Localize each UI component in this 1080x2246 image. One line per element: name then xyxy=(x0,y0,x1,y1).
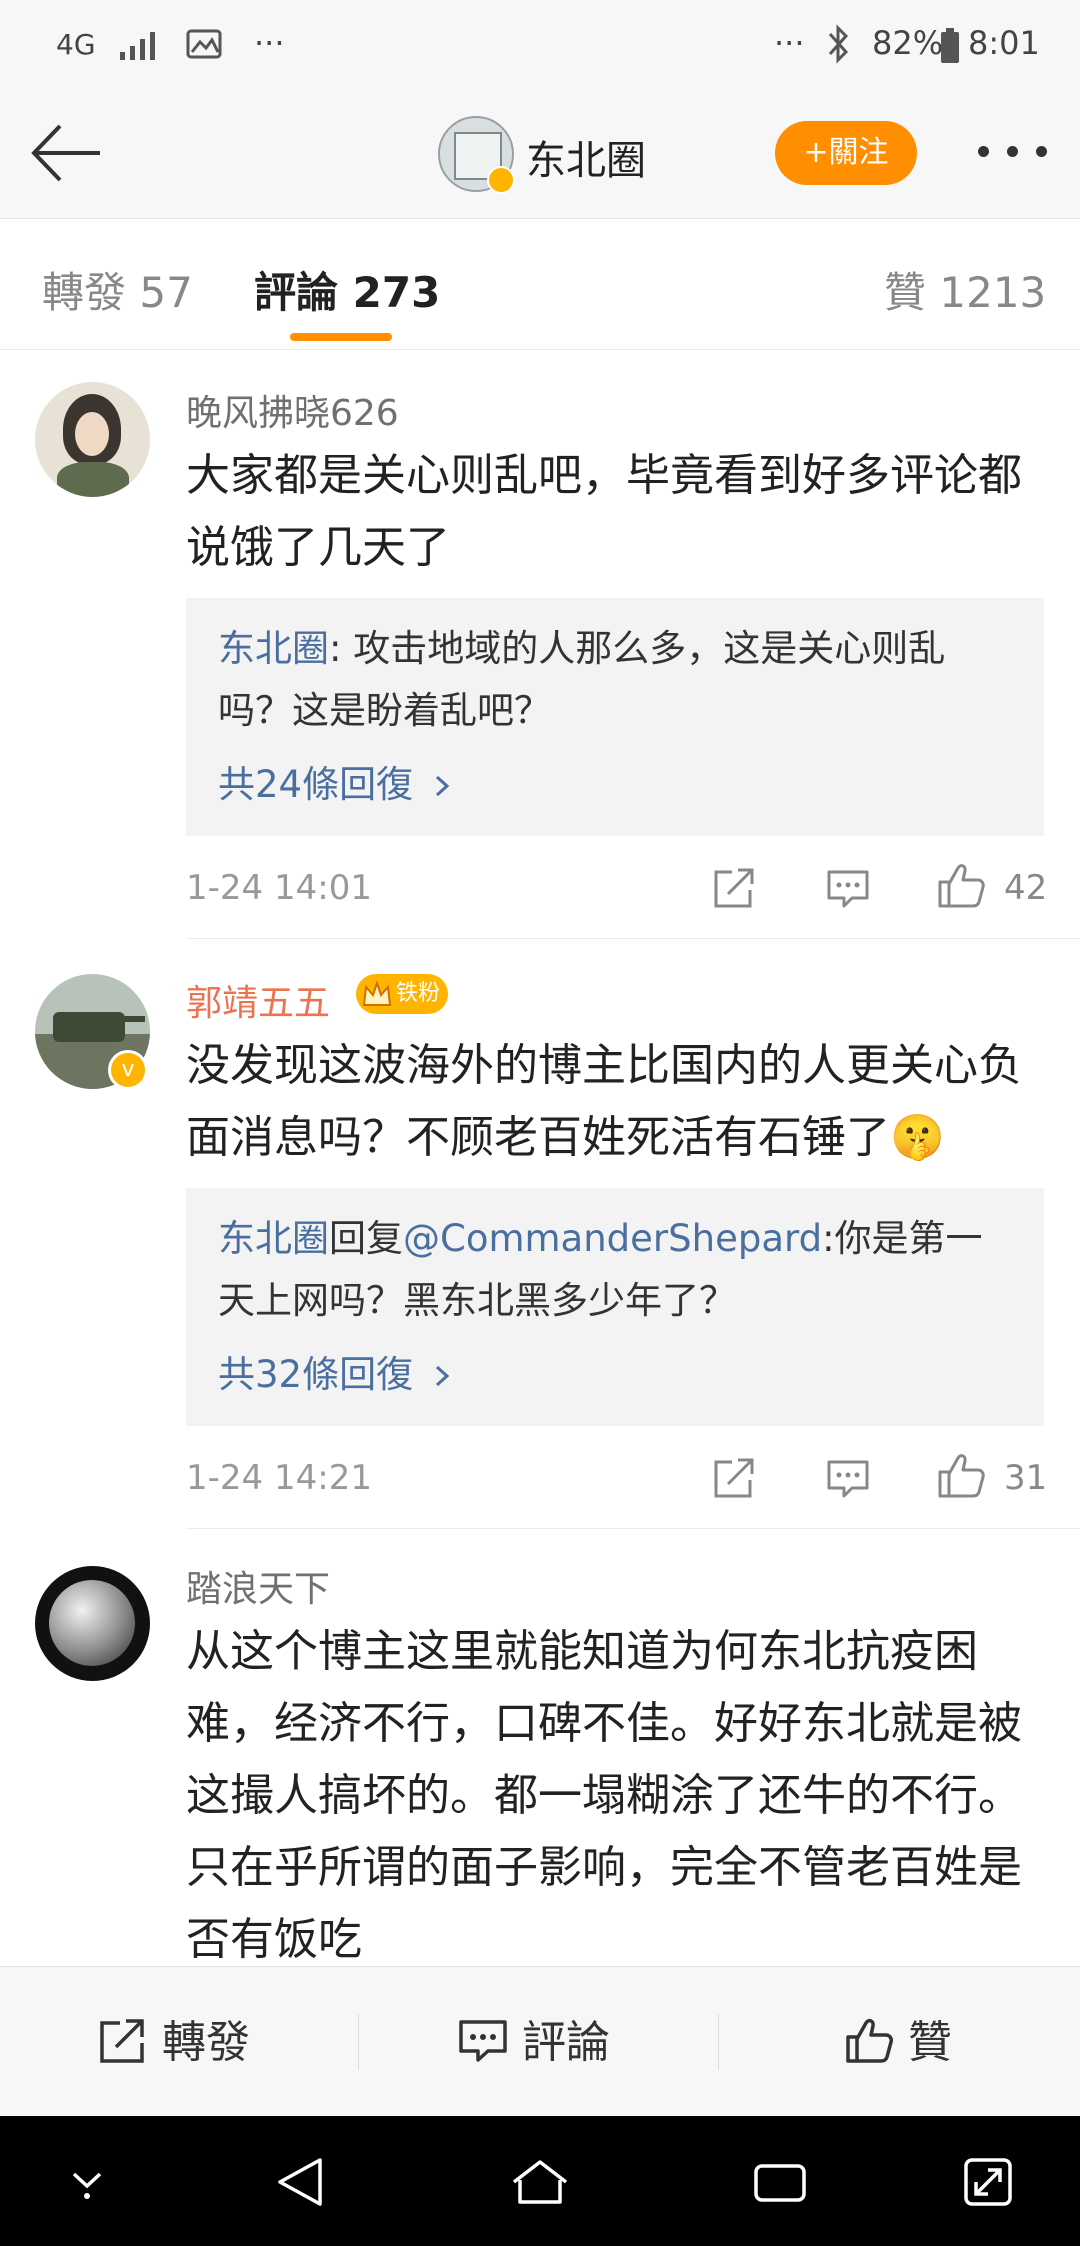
share-icon[interactable] xyxy=(712,1456,756,1500)
avatar[interactable] xyxy=(35,1566,150,1681)
back-icon[interactable] xyxy=(274,2154,326,2210)
like-count: 42 xyxy=(1004,868,1048,908)
divider xyxy=(718,2014,719,2070)
like-button[interactable]: 贊 xyxy=(844,2013,952,2073)
chevron-right-icon xyxy=(435,1365,450,1387)
tab-reposts-label: 轉發 xyxy=(42,268,127,317)
reply-author[interactable]: 东北圈 xyxy=(218,1217,329,1260)
tab-likes-label: 贊 xyxy=(884,268,927,317)
like-thumb-icon[interactable] xyxy=(936,1450,986,1500)
reply-count-link[interactable]: 共32條回復 xyxy=(218,1344,453,1398)
network-indicator: 4G xyxy=(56,28,96,61)
reply-preview[interactable]: 东北圈: 攻击地域的人那么多，这是关心则乱吗？这是盼着乱吧？ 共24條回復 xyxy=(186,598,1044,836)
fan-badge-label: 铁粉 xyxy=(396,981,441,1006)
tab-comments-count: 273 xyxy=(352,268,441,317)
repost-icon xyxy=(100,2019,144,2063)
reply-text: 东北圈: 攻击地域的人那么多，这是关心则乱吗？这是盼着乱吧？ xyxy=(218,618,1018,742)
bottom-action-bar: 轉發 評論 贊 xyxy=(0,1966,1080,2117)
tab-reposts[interactable]: 轉發 57 xyxy=(42,259,193,320)
status-more: ··· xyxy=(774,24,805,62)
status-bar: 4G ··· ··· 82% 8:01 xyxy=(0,0,1080,90)
fan-badge[interactable]: 铁粉 xyxy=(356,974,448,1014)
home-icon[interactable] xyxy=(510,2158,570,2208)
clock: 8:01 xyxy=(968,24,1040,62)
comment-label: 評論 xyxy=(522,2017,610,2068)
comment-text: 大家都是关心则乱吧，毕竟看到好多评论都说饿了几天了 xyxy=(186,450,1022,573)
divider xyxy=(358,2014,359,2070)
tab-bar: 轉發 57 評論 273 贊 1213 xyxy=(0,219,1080,350)
share-icon[interactable] xyxy=(712,866,756,910)
comment-time: 1-24 14:21 xyxy=(186,1458,372,1498)
comment-username[interactable]: 踏浪天下 xyxy=(186,1560,330,1612)
reply-author[interactable]: 东北圈 xyxy=(218,627,329,670)
more-options-icon[interactable] xyxy=(978,146,1048,158)
reply-connector: 回复 xyxy=(329,1217,403,1260)
comment-icon[interactable] xyxy=(826,1458,870,1500)
reply-preview[interactable]: 东北圈回复@CommanderShepard:你是第一天上网吗？黑东北黑多少年了… xyxy=(186,1188,1044,1426)
back-arrow-icon[interactable] xyxy=(28,120,106,186)
tab-comments[interactable]: 評論 273 xyxy=(254,259,440,320)
gallery-notification-icon xyxy=(186,29,222,59)
tab-likes-count: 1213 xyxy=(939,268,1047,317)
like-thumb-icon[interactable] xyxy=(936,860,986,910)
divider xyxy=(186,938,1080,939)
comment-username[interactable]: 郭靖五五 xyxy=(186,974,330,1026)
comment-icon[interactable] xyxy=(826,868,870,910)
crown-icon xyxy=(362,981,392,1006)
tab-reposts-count: 57 xyxy=(139,268,193,317)
tab-likes[interactable]: 贊 1213 xyxy=(884,259,1046,320)
divider xyxy=(186,1528,1080,1529)
repost-label: 轉發 xyxy=(162,2017,250,2068)
reply-count-link[interactable]: 共24條回復 xyxy=(218,754,453,808)
active-tab-indicator xyxy=(290,333,392,341)
comment-icon xyxy=(459,2020,507,2062)
system-navigation-bar xyxy=(0,2116,1080,2246)
comment-item: v 郭靖五五 铁粉 没发现这波海外的博主比国内的人更关心负面消息吗？不顾老百姓死… xyxy=(0,940,1080,1530)
battery-icon xyxy=(941,28,959,63)
recent-apps-icon[interactable] xyxy=(752,2160,808,2206)
reply-count: 共24條回復 xyxy=(218,763,414,806)
comment-item: 晚风拂晓626 大家都是关心则乱吧，毕竟看到好多评论都说饿了几天了 东北圈: 攻… xyxy=(0,350,1080,940)
verified-badge-icon: v xyxy=(108,1050,148,1090)
verified-badge-icon xyxy=(487,166,515,194)
hide-keyboard-icon[interactable] xyxy=(62,2164,112,2204)
avatar[interactable] xyxy=(35,382,150,497)
top-nav-bar: 东北圈 +關注 xyxy=(0,90,1080,219)
comment-button[interactable]: 評論 xyxy=(458,2013,610,2073)
comment-item: 踏浪天下 从这个博主这里就能知道为何东北抗疫困难，经济不行，口碑不佳。好好东北就… xyxy=(0,1530,1080,1966)
bluetooth-icon xyxy=(828,24,849,64)
signal-icon xyxy=(120,32,155,60)
like-label: 贊 xyxy=(908,2017,952,2068)
repost-button[interactable]: 轉發 xyxy=(98,2013,250,2073)
reply-text: 东北圈回复@CommanderShepard:你是第一天上网吗？黑东北黑多少年了… xyxy=(218,1208,1018,1332)
reply-count: 共32條回復 xyxy=(218,1353,414,1396)
battery-percent: 82% xyxy=(872,24,944,62)
chevron-right-icon xyxy=(435,775,450,797)
comment-text: 从这个博主这里就能知道为何东北抗疫困难，经济不行，口碑不佳。好好东北就是被这撮人… xyxy=(186,1626,1022,1965)
reply-mention[interactable]: @CommanderShepard xyxy=(403,1217,822,1260)
follow-button[interactable]: +關注 xyxy=(775,121,917,185)
screen-rotate-icon[interactable] xyxy=(962,2156,1014,2208)
comment-username[interactable]: 晚风拂晓626 xyxy=(186,384,399,436)
account-name[interactable]: 东北圈 xyxy=(526,128,646,186)
comment-time: 1-24 14:01 xyxy=(186,868,372,908)
more-notifications: ··· xyxy=(254,24,285,62)
tab-comments-label: 評論 xyxy=(254,268,339,317)
comment-text: 没发现这波海外的博主比国内的人更关心负面消息吗？不顾老百姓死活有石锤了🤫 xyxy=(186,1040,1022,1163)
like-count: 31 xyxy=(1004,1458,1048,1498)
like-thumb-icon xyxy=(846,2018,893,2063)
